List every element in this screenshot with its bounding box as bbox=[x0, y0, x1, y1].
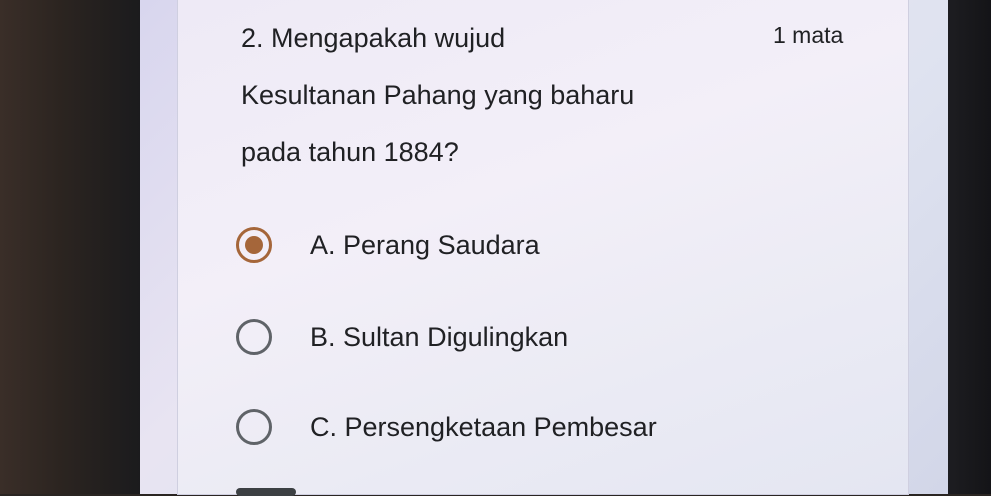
device-bezel-left bbox=[0, 0, 140, 494]
option-b[interactable]: B. Sultan Digulingkan bbox=[236, 314, 568, 360]
question-line-2: Kesultanan Pahang yang baharu bbox=[241, 80, 635, 110]
radio-button-selected[interactable] bbox=[236, 227, 272, 263]
next-question-indicator bbox=[236, 488, 296, 496]
option-label: C. Persengketaan Pembesar bbox=[310, 411, 657, 442]
radio-button[interactable] bbox=[236, 409, 272, 445]
radio-button[interactable] bbox=[236, 319, 272, 355]
option-c[interactable]: C. Persengketaan Pembesar bbox=[236, 404, 657, 450]
question-line-1: 2. Mengapakah wujud bbox=[241, 23, 506, 53]
option-label: A. Perang Saudara bbox=[310, 229, 540, 260]
device-bezel-right bbox=[948, 0, 991, 494]
question-text: 2. Mengapakah wujud Kesultanan Pahang ya… bbox=[241, 10, 761, 181]
question-line-3: pada tahun 1884? bbox=[241, 137, 459, 167]
option-a[interactable]: A. Perang Saudara bbox=[236, 222, 540, 268]
option-label: B. Sultan Digulingkan bbox=[310, 321, 569, 352]
points-label: 1 mata bbox=[773, 22, 844, 48]
